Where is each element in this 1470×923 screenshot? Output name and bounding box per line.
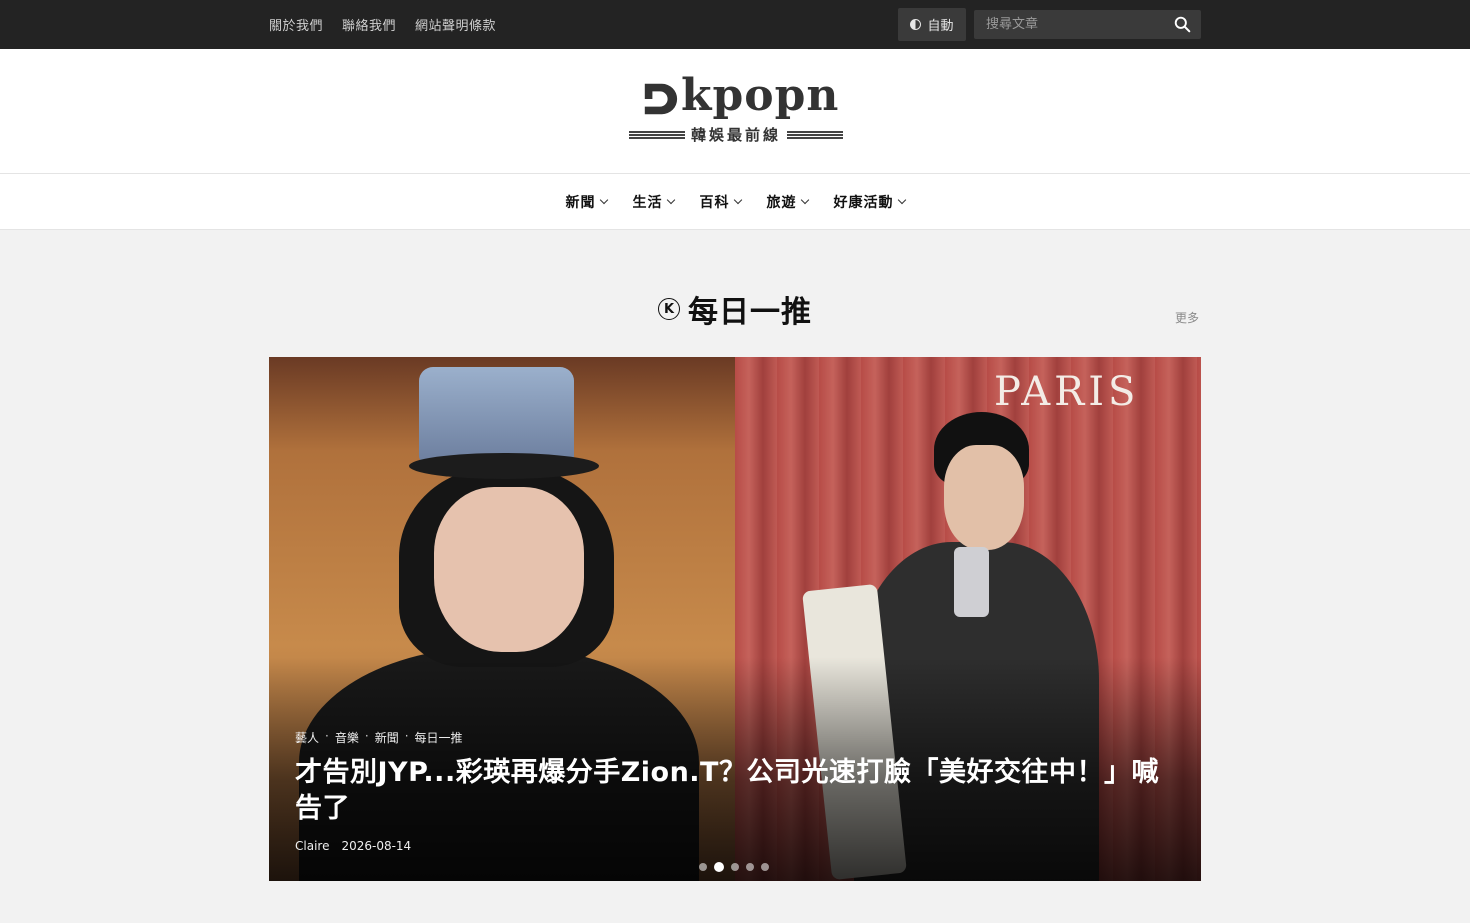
nav-item-label: 百科 xyxy=(699,194,730,211)
slider-dot[interactable] xyxy=(761,863,769,871)
slider-pagination xyxy=(699,862,769,872)
image-sign-text: PARIS xyxy=(994,369,1140,415)
photo-figure xyxy=(954,547,989,617)
contact-link[interactable]: 聯絡我們 xyxy=(342,15,396,34)
search-icon[interactable] xyxy=(1174,16,1191,33)
nav-item-deals[interactable]: 好康活動 xyxy=(833,192,906,212)
top-links: 關於我們 聯絡我們 網站聲明條款 xyxy=(269,0,496,49)
nav-item-travel[interactable]: 旅遊 xyxy=(766,192,809,212)
logo-wordmark: kpopn xyxy=(681,70,840,121)
slider-dot[interactable] xyxy=(731,863,739,871)
section-header: K 每日一推 xyxy=(0,287,1470,331)
photo-figure xyxy=(409,453,599,479)
category-link[interactable]: 音樂 xyxy=(335,729,359,746)
nav-item-life[interactable]: 生活 xyxy=(632,192,675,212)
logo-divider xyxy=(787,130,843,139)
search-input[interactable] xyxy=(974,10,1164,39)
terms-link[interactable]: 網站聲明條款 xyxy=(415,15,496,34)
nav-item-label: 好康活動 xyxy=(833,194,894,211)
category-link[interactable]: 藝人 xyxy=(295,729,319,746)
chevron-down-icon xyxy=(897,195,906,205)
theme-mode-label: 自動 xyxy=(927,19,954,34)
slider-dot[interactable] xyxy=(746,863,754,871)
article-categories: 藝人 · 音樂 · 新聞 · 每日一推 xyxy=(295,729,463,746)
nav-item-news[interactable]: 新聞 xyxy=(565,192,608,212)
about-link[interactable]: 關於我們 xyxy=(269,15,323,34)
article-date: 2026-08-14 xyxy=(341,839,412,853)
k-badge-icon: K xyxy=(658,298,680,320)
category-separator: · xyxy=(404,729,409,743)
photo-figure xyxy=(944,445,1024,550)
nav-item-label: 新聞 xyxy=(565,194,596,211)
featured-slider[interactable]: PARIS 藝人 · 音樂 · 新聞 · 每日一推 才告別JYP...彩瑛再爆分… xyxy=(269,357,1201,881)
logo-divider xyxy=(628,130,685,139)
logo-tagline: 韓娛最前線 xyxy=(690,126,781,144)
category-separator: · xyxy=(364,729,369,743)
article-headline[interactable]: 才告別JYP...彩瑛再爆分手Zion.T？公司光速打臉「美好交往中！」喊告了 xyxy=(295,755,1175,827)
chevron-down-icon xyxy=(800,195,809,205)
article-meta: Claire 2026-08-14 xyxy=(295,839,411,853)
main-nav: 新聞 生活 百科 旅遊 好康活動 xyxy=(0,174,1470,230)
article-author[interactable]: Claire xyxy=(295,839,329,853)
chevron-down-icon xyxy=(733,195,742,205)
nav-item-label: 生活 xyxy=(632,194,663,211)
section-title: 每日一推 xyxy=(688,295,812,330)
slider-dot[interactable] xyxy=(714,862,724,872)
nav-item-label: 旅遊 xyxy=(766,194,797,211)
slider-dot[interactable] xyxy=(699,863,707,871)
logo-mark-icon xyxy=(644,83,678,115)
category-link[interactable]: 新聞 xyxy=(375,729,399,746)
chevron-down-icon xyxy=(599,195,608,205)
photo-figure xyxy=(419,367,574,462)
photo-figure xyxy=(434,487,584,652)
chevron-down-icon xyxy=(666,195,675,205)
contrast-icon xyxy=(910,19,922,30)
site-logo[interactable]: kpopn 韓娛最前線 xyxy=(627,70,845,146)
search-box xyxy=(974,10,1201,39)
theme-mode-button[interactable]: 自動 xyxy=(898,8,966,41)
nav-item-wiki[interactable]: 百科 xyxy=(699,192,742,212)
logo-tagline-row: 韓娛最前線 xyxy=(627,124,845,145)
category-link[interactable]: 每日一推 xyxy=(415,729,463,746)
more-link[interactable]: 更多 xyxy=(1175,309,1199,326)
category-separator: · xyxy=(325,729,329,743)
top-bar: 關於我們 聯絡我們 網站聲明條款 自動 xyxy=(0,0,1470,49)
